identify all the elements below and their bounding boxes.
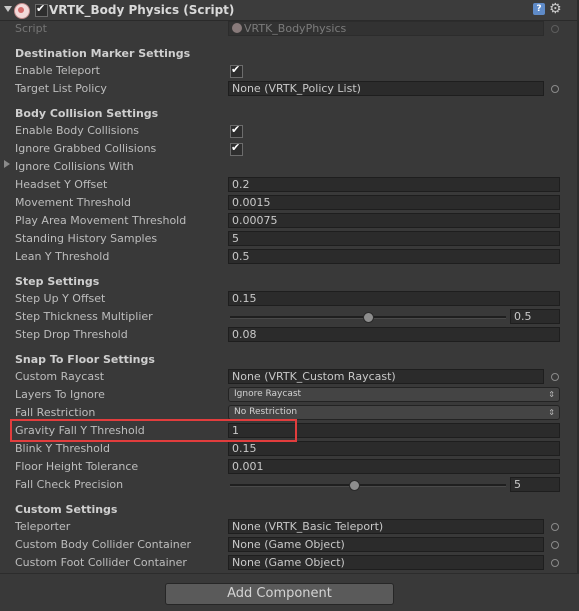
lean-y-threshold-input[interactable]: 0.5 [228, 249, 560, 264]
step-thickness-multiplier-input[interactable]: 0.5 [510, 309, 560, 324]
fall-restriction-label: Fall Restriction [15, 406, 96, 419]
object-picker-icon[interactable] [551, 541, 559, 549]
step-up-y-offset-input[interactable]: 0.15 [228, 291, 560, 306]
component-header[interactable]: VRTK_Body Physics (Script) ? ⚙ [0, 0, 579, 21]
headset-y-offset-input[interactable]: 0.2 [228, 177, 560, 192]
section-custom-settings: Custom Settings [15, 503, 118, 516]
component-enabled-checkbox[interactable] [35, 2, 48, 17]
custom-raycast-field[interactable]: None (VRTK_Custom Raycast) [228, 369, 544, 384]
blink-y-threshold-label: Blink Y Threshold [15, 442, 110, 455]
section-snap-to-floor: Snap To Floor Settings [15, 353, 155, 366]
floor-height-tolerance-input[interactable]: 0.001 [228, 459, 560, 474]
fall-check-precision-slider-thumb[interactable] [349, 480, 361, 491]
object-picker-icon[interactable] [551, 559, 559, 567]
help-icon[interactable]: ? [533, 3, 545, 15]
component-title: VRTK_Body Physics (Script) [49, 3, 235, 17]
section-body-collision: Body Collision Settings [15, 107, 159, 120]
play-area-movement-threshold-label: Play Area Movement Threshold [15, 214, 187, 227]
step-drop-threshold-input[interactable]: 0.08 [228, 327, 560, 342]
headset-y-offset-label: Headset Y Offset [15, 178, 108, 191]
fall-check-precision-label: Fall Check Precision [15, 478, 124, 491]
object-picker-icon[interactable] [551, 373, 559, 381]
movement-threshold-input[interactable]: 0.0015 [228, 195, 560, 210]
dropdown-arrow-icon: ⇕ [548, 390, 555, 399]
step-thickness-slider-thumb[interactable] [363, 312, 374, 323]
ignore-collisions-with-label[interactable]: Ignore Collisions With [15, 160, 134, 173]
step-drop-threshold-label: Step Drop Threshold [15, 328, 128, 341]
fall-check-precision-input[interactable]: 5 [510, 477, 560, 492]
fall-restriction-dropdown[interactable]: No Restriction ⇕ [228, 405, 560, 420]
custom-body-collider-container-field[interactable]: None (Game Object) [228, 537, 544, 552]
enable-body-collisions-checkbox[interactable] [230, 123, 243, 138]
enable-body-collisions-label: Enable Body Collisions [15, 124, 140, 137]
step-up-y-offset-label: Step Up Y Offset [15, 292, 106, 305]
teleporter-field[interactable]: None (VRTK_Basic Teleport) [228, 519, 544, 534]
section-destination-marker: Destination Marker Settings [15, 47, 191, 60]
custom-foot-collider-container-field[interactable]: None (Game Object) [228, 555, 544, 570]
standing-history-samples-label: Standing History Samples [15, 232, 158, 245]
ignore-grabbed-collisions-checkbox[interactable] [230, 141, 243, 156]
lean-y-threshold-label: Lean Y Threshold [15, 250, 110, 263]
fall-check-precision-slider-track[interactable] [230, 484, 506, 487]
floor-height-tolerance-label: Floor Height Tolerance [15, 460, 139, 473]
script-field: VRTK_BodyPhysics [228, 21, 544, 36]
enable-teleport-checkbox[interactable] [230, 63, 243, 78]
play-area-movement-threshold-input[interactable]: 0.00075 [228, 213, 560, 228]
target-list-policy-label: Target List Policy [15, 82, 107, 95]
standing-history-samples-input[interactable]: 5 [228, 231, 560, 246]
dropdown-arrow-icon: ⇕ [548, 408, 555, 417]
script-icon [14, 3, 30, 19]
movement-threshold-label: Movement Threshold [15, 196, 131, 209]
layers-to-ignore-label: Layers To Ignore [15, 388, 105, 401]
teleporter-label: Teleporter [15, 520, 71, 533]
object-picker-icon[interactable] [551, 85, 559, 93]
ignore-grabbed-collisions-label: Ignore Grabbed Collisions [15, 142, 157, 155]
section-step-settings: Step Settings [15, 275, 100, 288]
custom-raycast-label: Custom Raycast [15, 370, 105, 383]
blink-y-threshold-input[interactable]: 0.15 [228, 441, 560, 456]
script-file-icon [232, 23, 242, 33]
custom-body-collider-container-label: Custom Body Collider Container [15, 538, 192, 551]
target-list-policy-field[interactable]: None (VRTK_Policy List) [228, 81, 544, 96]
enable-teleport-label: Enable Teleport [15, 64, 100, 77]
script-label: Script [15, 22, 47, 35]
step-thickness-multiplier-label: Step Thickness Multiplier [15, 310, 153, 323]
foldout-arrow-icon[interactable] [4, 6, 12, 12]
layers-to-ignore-dropdown[interactable]: Ignore Raycast ⇕ [228, 387, 560, 402]
object-picker-icon[interactable] [551, 523, 559, 531]
object-picker-icon [551, 25, 559, 33]
gear-icon[interactable]: ⚙ [549, 1, 562, 17]
add-component-button[interactable]: Add Component [165, 583, 394, 605]
highlight-box [10, 419, 297, 442]
custom-foot-collider-container-label: Custom Foot Collider Container [15, 556, 187, 569]
foldout-arrow-icon[interactable] [4, 160, 10, 168]
